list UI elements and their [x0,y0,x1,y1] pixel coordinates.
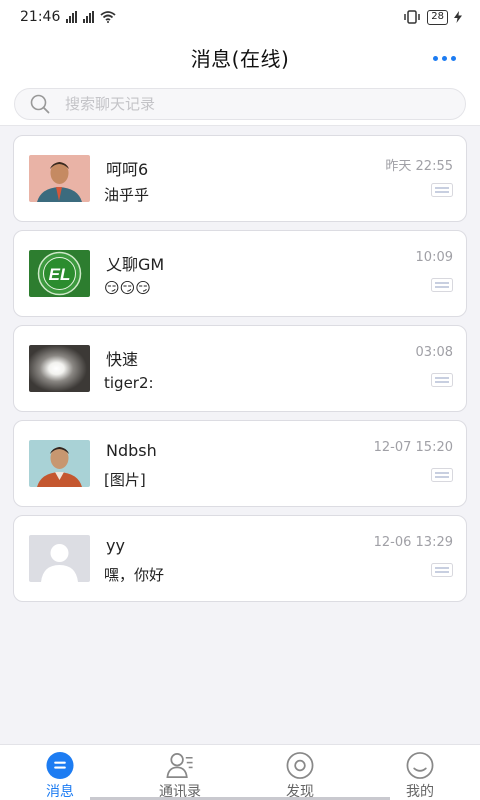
message-preview: 😏😏😏 [104,279,151,297]
message-preview: 油乎乎 [104,186,150,204]
contact-name: 呵呵6 [106,160,149,179]
tab-discover[interactable]: 发现 [240,745,360,800]
contact-name: 快速 [106,350,139,369]
message-preview: [图片] [104,471,146,489]
profile-icon [406,752,434,779]
message-time: 10:09 [415,250,453,265]
conversation-item[interactable]: Ndbsh [图片] 12-07 15:20 [13,420,467,507]
page-title: 消息(在线) [190,46,290,71]
more-dots-icon[interactable] [433,48,456,68]
search-icon [30,94,50,114]
tab-label: 我的 [406,784,434,800]
contact-name: Ndbsh [106,441,157,460]
status-time: 21:46 [20,9,61,25]
keyboard-icon [431,278,453,292]
vibrate-icon [404,10,421,24]
contact-name: yy [106,536,125,555]
svg-text:EL: EL [49,265,71,284]
status-left: 21:46 [20,9,116,25]
tab-contacts[interactable]: 通讯录 [120,745,240,800]
conversation-list: 呵呵6 油乎乎 昨天 22:55 EL 乂聊GM 😏😏😏 10:09 快速 ti… [13,135,467,610]
man-photo-avatar [29,440,90,487]
search-input[interactable] [65,95,425,113]
keyboard-icon [431,468,453,482]
header: 消息(在线) [0,34,480,80]
tab-label: 消息 [46,784,74,800]
message-preview: 嘿，你好 [104,566,165,584]
message-icon [46,751,74,780]
tab-messages[interactable]: 消息 [0,745,120,800]
default-avatar [29,535,90,582]
keyboard-icon [431,373,453,387]
conversation-item[interactable]: 快速 tiger2: 03:08 [13,325,467,412]
more-dot [442,55,447,61]
conversation-item[interactable]: EL 乂聊GM 😏😏😏 10:09 [13,230,467,317]
wifi-icon [100,11,116,23]
man-photo-avatar [29,155,90,202]
el-logo-avatar: EL [29,250,90,297]
message-time: 12-06 13:29 [373,535,453,550]
message-time: 昨天 22:55 [385,159,453,174]
message-preview: tiger2: [104,374,154,392]
conversation-item[interactable]: yy 嘿，你好 12-06 13:29 [13,515,467,602]
tab-profile[interactable]: 我的 [360,745,480,800]
battery-icon: 28 [427,9,448,25]
discover-icon [286,752,314,779]
status-bar: 21:46 28 [0,0,480,34]
bottom-tab-bar: 消息 通讯录 发现 我的 [0,744,480,800]
status-right: 28 [403,9,462,25]
search-bar [0,80,480,126]
more-dot [451,55,456,61]
keyboard-icon [431,563,453,577]
light-photo-avatar [29,345,90,392]
message-time: 12-07 15:20 [373,440,453,455]
signal-icon-2 [83,11,95,23]
message-time: 03:08 [415,345,453,360]
keyboard-icon [431,183,453,197]
charging-icon [454,11,462,23]
contact-name: 乂聊GM [106,255,165,274]
signal-icon [66,11,78,23]
conversation-item[interactable]: 呵呵6 油乎乎 昨天 22:55 [13,135,467,222]
more-dot [433,55,438,61]
contacts-icon [166,753,193,778]
search-box[interactable] [14,88,466,120]
